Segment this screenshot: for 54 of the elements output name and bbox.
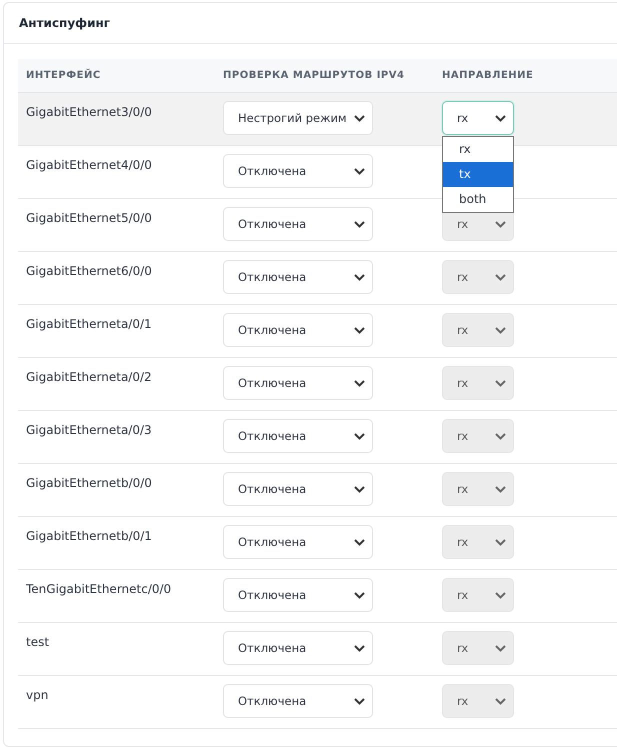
- route-check-select[interactable]: Отключена: [223, 684, 373, 718]
- chevron-down-icon: [495, 486, 506, 492]
- chevron-down-icon: [495, 220, 506, 228]
- chevron-down-icon: [354, 220, 365, 228]
- route-check-select[interactable]: Отключена: [223, 419, 373, 453]
- interface-name: vpn: [25, 687, 50, 704]
- route-check-select[interactable]: Отключена: [223, 313, 373, 347]
- chevron-down-icon: [495, 326, 506, 334]
- dropdown-option[interactable]: rx: [443, 137, 513, 162]
- chevron-down-icon: [354, 274, 365, 280]
- route-check-select[interactable]: Отключена: [223, 525, 373, 559]
- interface-name: GigabitEthernet5/0/0: [25, 210, 153, 227]
- route-check-select[interactable]: Отключена: [223, 472, 373, 506]
- chevron-down-icon: [354, 698, 365, 704]
- chevron-down-icon: [354, 432, 365, 440]
- interface-name: GigabitEthernetb/0/0: [25, 475, 153, 492]
- interface-name: GigabitEthernetb/0/1: [25, 528, 153, 545]
- route-check-select[interactable]: Отключена: [223, 154, 373, 188]
- chevron-down-icon: [495, 592, 506, 598]
- interface-name: TenGigabitEthernetc/0/0: [25, 581, 172, 598]
- chevron-down-icon: [495, 644, 506, 652]
- chevron-down-icon: [495, 274, 506, 280]
- interface-name: GigabitEtherneta/0/2: [25, 369, 153, 386]
- dropdown-option[interactable]: tx: [443, 162, 513, 187]
- column-header: НАПРАВЛЕНИЕ: [442, 70, 534, 81]
- route-check-select[interactable]: Отключена: [223, 631, 373, 665]
- chevron-down-icon: [495, 432, 506, 440]
- route-check-select[interactable]: Отключена: [223, 260, 373, 294]
- chevron-down-icon: [354, 644, 365, 652]
- column-header: ПРОВЕРКА МАРШРУТОВ IPV4: [223, 70, 406, 81]
- interface-name: test: [25, 634, 50, 651]
- route-check-select[interactable]: Отключена: [223, 207, 373, 241]
- chevron-down-icon: [354, 114, 365, 122]
- route-check-select[interactable]: Отключена: [223, 578, 373, 612]
- direction-select[interactable]: rx: [442, 101, 514, 135]
- chevron-down-icon: [354, 380, 365, 386]
- interface-name: GigabitEtherneta/0/1: [25, 316, 153, 333]
- chevron-down-icon: [354, 168, 365, 174]
- chevron-down-icon: [354, 486, 365, 492]
- interface-name: GigabitEthernet3/0/0: [25, 104, 153, 121]
- interface-name: GigabitEtherneta/0/3: [25, 422, 153, 439]
- route-check-select[interactable]: Нестрогий режим: [223, 101, 373, 135]
- route-check-select[interactable]: Отключена: [223, 366, 373, 400]
- card-title: Антиспуфинг: [19, 16, 110, 30]
- column-header: ИНТЕРФЕЙС: [25, 70, 102, 81]
- interface-name: GigabitEthernet6/0/0: [25, 263, 153, 280]
- interface-name: GigabitEthernet4/0/0: [25, 157, 153, 174]
- chevron-down-icon: [495, 380, 506, 386]
- chevron-down-icon: [495, 538, 506, 546]
- chevron-down-icon: [354, 538, 365, 546]
- chevron-down-icon: [495, 698, 506, 704]
- chevron-down-icon: [495, 114, 506, 122]
- chevron-down-icon: [354, 592, 365, 598]
- chevron-down-icon: [354, 326, 365, 334]
